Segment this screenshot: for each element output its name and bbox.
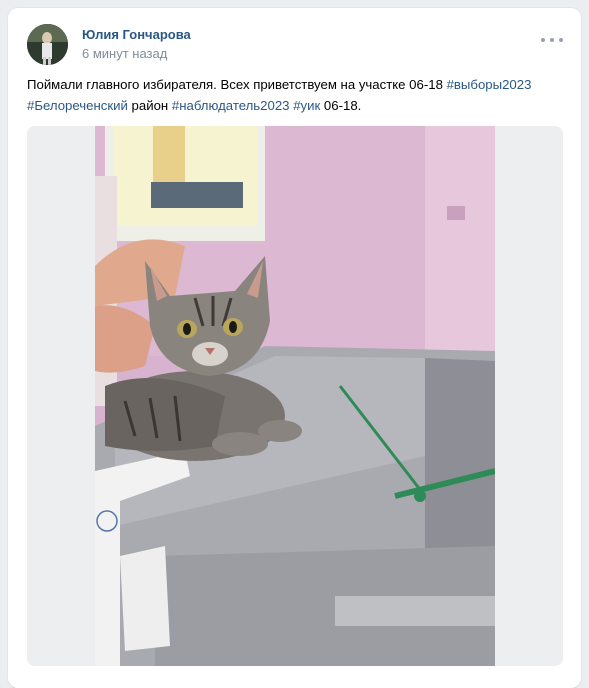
post-card: Юлия Гончарова 6 минут назад Поймали гла… xyxy=(8,8,581,688)
avatar[interactable] xyxy=(27,24,68,65)
post-timestamp[interactable]: 6 минут назад xyxy=(82,46,167,61)
author-name[interactable]: Юлия Гончарова xyxy=(82,27,191,42)
post-photo-container[interactable] xyxy=(27,126,563,666)
post-text-fragment: 06-18. xyxy=(320,98,362,113)
more-horizontal-icon[interactable] xyxy=(541,36,563,44)
hashtag-link[interactable]: #Белореченский xyxy=(27,98,128,113)
post-text: Поймали главного избирателя. Всех привет… xyxy=(27,74,567,116)
hashtag-link[interactable]: #уик xyxy=(293,98,320,113)
hashtag-link[interactable]: #выборы2023 xyxy=(447,77,532,92)
post-photo[interactable] xyxy=(95,126,495,666)
hashtag-link[interactable]: #наблюдатель2023 xyxy=(172,98,290,113)
post-text-fragment: Поймали главного избирателя. Всех привет… xyxy=(27,77,447,92)
post-text-fragment: район xyxy=(127,98,172,113)
